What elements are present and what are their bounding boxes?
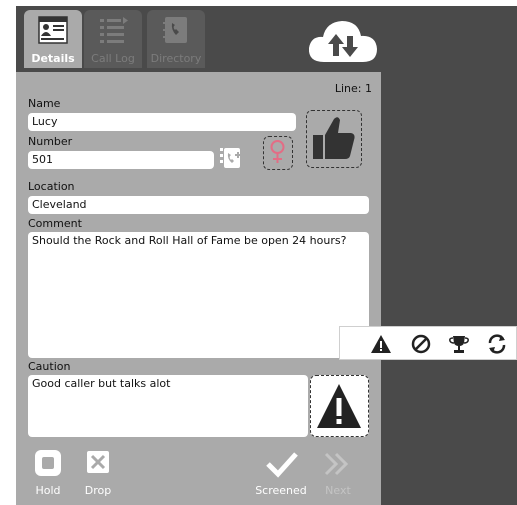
name-field[interactable]: Lucy: [28, 113, 296, 131]
checkmark-icon: [266, 452, 298, 478]
next-label: Next: [325, 484, 351, 497]
tab-call-log-label: Call Log: [91, 52, 135, 65]
next-button[interactable]: Next: [318, 448, 358, 497]
call-log-list-icon: [100, 17, 128, 43]
location-label: Location: [28, 180, 75, 193]
directory-book-icon: [163, 17, 187, 43]
hold-label: Hold: [35, 484, 61, 497]
tab-call-log[interactable]: Call Log: [84, 10, 142, 68]
comment-label: Comment: [28, 217, 82, 230]
line-indicator: Line: 1: [334, 82, 372, 95]
drop-label: Drop: [84, 484, 112, 497]
tab-directory-label: Directory: [150, 52, 202, 65]
cloud-sync-icon[interactable]: [306, 16, 380, 66]
tab-details-label: Details: [31, 52, 75, 65]
tab-directory[interactable]: Directory: [147, 10, 205, 68]
add-to-directory-icon[interactable]: [218, 146, 244, 170]
gender-selector[interactable]: [263, 136, 293, 170]
hold-button[interactable]: Hold: [30, 448, 66, 497]
screened-button[interactable]: Screened: [252, 448, 310, 497]
drop-button[interactable]: Drop: [80, 448, 116, 497]
name-label: Name: [28, 97, 61, 110]
drop-icon: [87, 451, 109, 473]
number-field[interactable]: 501: [28, 151, 214, 169]
warning-icon: [317, 384, 361, 428]
hold-icon: [35, 450, 61, 476]
block-icon[interactable]: [410, 333, 432, 355]
tab-details[interactable]: Details: [24, 10, 82, 68]
details-card-icon: [38, 16, 68, 44]
location-field[interactable]: Cleveland: [28, 196, 369, 214]
female-icon: [270, 140, 285, 163]
screened-label: Screened: [255, 484, 307, 497]
comment-textarea[interactable]: Should the Rock and Roll Hall of Fame be…: [28, 232, 369, 358]
caller-rating-selector[interactable]: [306, 110, 362, 168]
double-chevron-right-icon: [324, 452, 349, 476]
caution-flag-selector[interactable]: [310, 375, 369, 437]
caution-label: Caution: [28, 360, 71, 373]
warning-icon[interactable]: [370, 333, 392, 355]
flag-toolbar: [339, 326, 517, 360]
trophy-icon[interactable]: [448, 333, 470, 355]
refresh-icon[interactable]: [486, 333, 508, 355]
right-dark-panel: [381, 6, 517, 505]
thumbs-up-icon: [313, 117, 355, 159]
number-label: Number: [28, 135, 73, 148]
caution-textarea[interactable]: Good caller but talks alot: [28, 375, 308, 437]
